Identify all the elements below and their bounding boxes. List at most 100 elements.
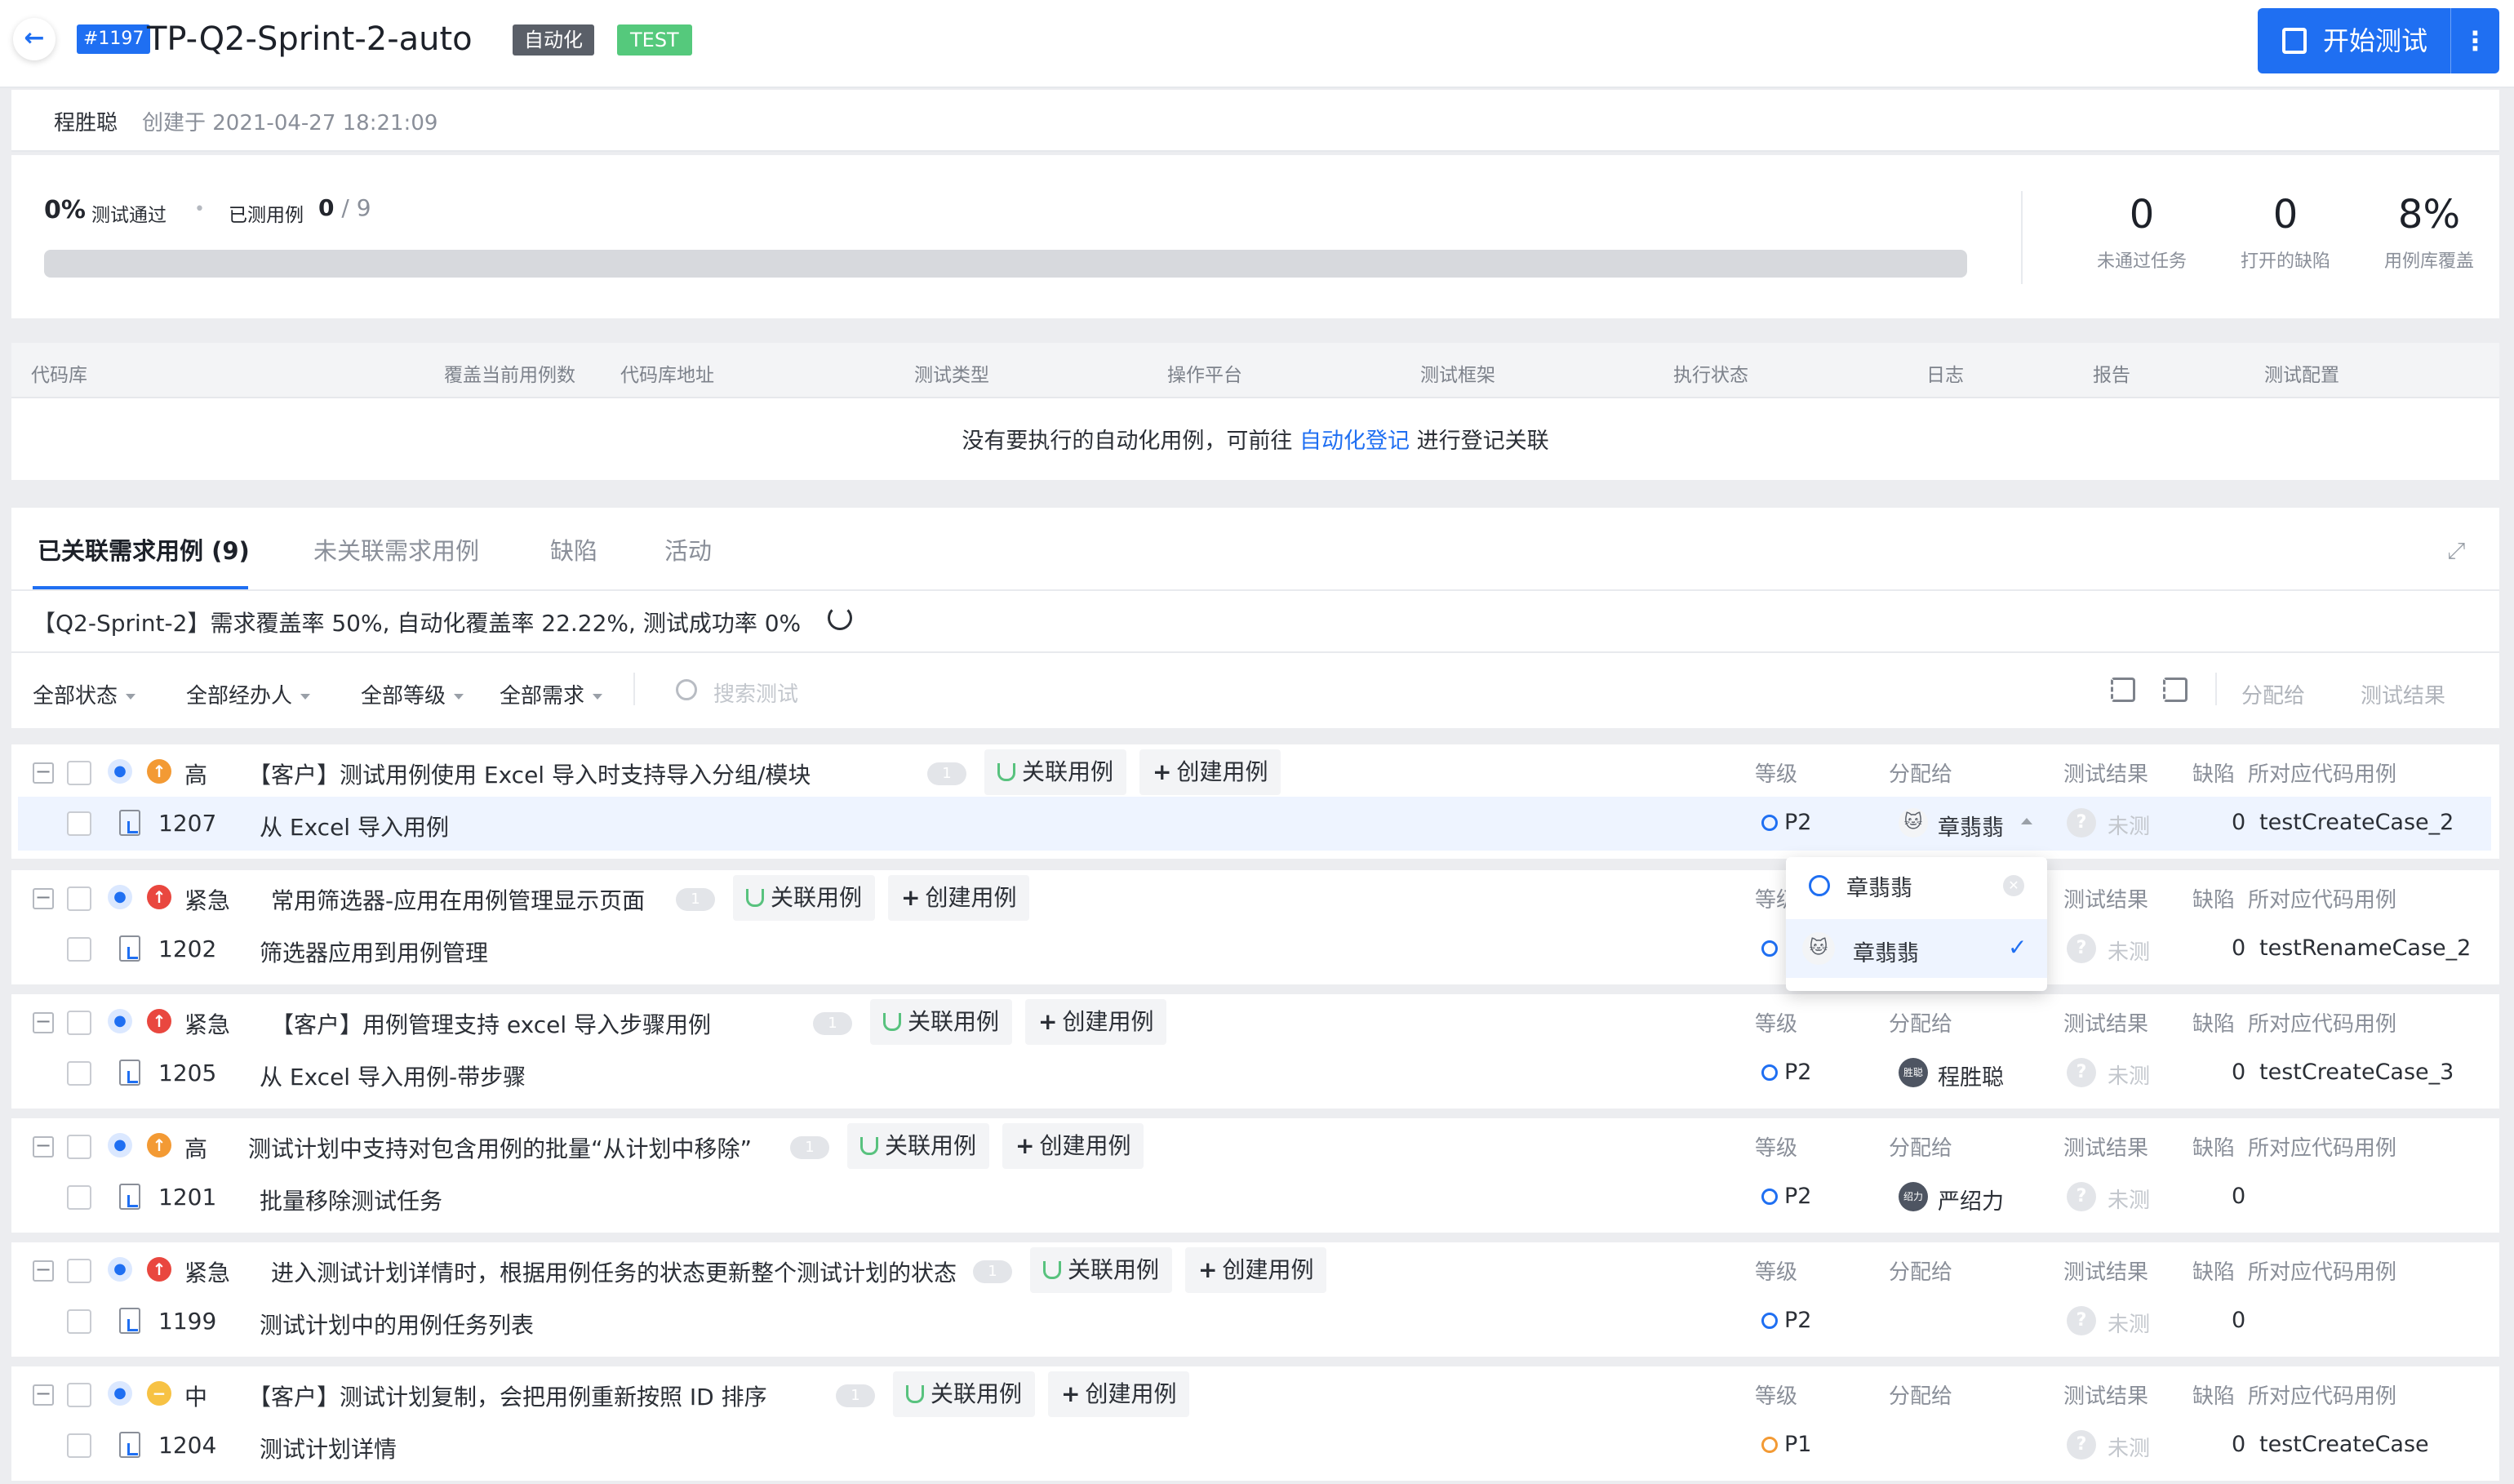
requirement-title[interactable]: 测试计划中支持对包含用例的批量“从计划中移除” xyxy=(248,1131,752,1164)
case-title[interactable]: 筛选器应用到用例管理 xyxy=(260,935,488,968)
automation-register-link[interactable]: 自动化登记 xyxy=(1299,429,1410,454)
assignee-name[interactable]: 章翡翡 xyxy=(1938,810,2004,842)
column-header: 测试框架 xyxy=(1420,365,1495,386)
case-title[interactable]: 测试计划详情 xyxy=(260,1432,397,1464)
checkbox[interactable] xyxy=(67,1259,91,1283)
code-case[interactable]: testRenameCase_2 xyxy=(2259,935,2471,961)
create-case-button[interactable]: + 创建用例 xyxy=(1139,749,1281,795)
tab-unlinked-cases[interactable]: 未关联需求用例 xyxy=(313,532,479,566)
case-count-badge: 1 xyxy=(676,888,715,911)
defect-header: 缺陷 xyxy=(2192,1136,2236,1161)
test-result[interactable]: 未测 xyxy=(2108,1308,2150,1338)
case-row[interactable]: 1205 从 Excel 导入用例-带步骤 P2 胜聪 程胜聪 ? 未测 0 t… xyxy=(18,1046,2491,1100)
checkbox[interactable] xyxy=(67,886,91,911)
assignee-name[interactable]: 严绍力 xyxy=(1938,1184,2004,1215)
link-case-button[interactable]: 关联用例 xyxy=(847,1123,990,1169)
stat-label: 未通过任务 xyxy=(2096,251,2187,272)
filter-requirement[interactable]: 全部需求 xyxy=(500,679,602,709)
case-row[interactable]: 1199 测试计划中的用例任务列表 P2 ? 未测 0 xyxy=(18,1295,2491,1348)
requirement-group: − ● ↑ 紧急 进入测试计划详情时，根据用例任务的状态更新整个测试计划的状态 … xyxy=(11,1242,2499,1357)
test-result[interactable]: 未测 xyxy=(2108,1432,2150,1462)
assignee-name[interactable]: 程胜聪 xyxy=(1938,1060,2004,1091)
filter-status[interactable]: 全部状态 xyxy=(33,679,135,709)
caret-up-icon[interactable] xyxy=(2021,818,2032,824)
clear-icon[interactable]: ✕ xyxy=(2003,875,2024,896)
empty-message: 没有要执行的自动化用例，可前往 自动化登记 进行登记关联 xyxy=(11,423,2499,455)
create-case-button[interactable]: + 创建用例 xyxy=(1185,1247,1327,1293)
start-test-button[interactable]: 开始测试 ⋮ xyxy=(2258,8,2499,73)
case-row[interactable]: 1201 批量移除测试任务 P2 绍力 严绍力 ? 未测 0 xyxy=(18,1171,2491,1224)
test-result[interactable]: 未测 xyxy=(2108,1184,2150,1214)
test-result[interactable]: 未测 xyxy=(2108,1060,2150,1090)
back-arrow-icon[interactable]: ← xyxy=(13,18,56,60)
create-case-button[interactable]: + 创建用例 xyxy=(1048,1371,1190,1417)
assignee-option[interactable]: 🐱 章翡翡 ✓ xyxy=(1786,919,2047,978)
test-result-button[interactable]: 测试结果 xyxy=(2361,679,2445,709)
create-case-button[interactable]: + 创建用例 xyxy=(888,875,1030,921)
create-case-button[interactable]: + 创建用例 xyxy=(1002,1123,1144,1169)
test-result[interactable]: 未测 xyxy=(2108,935,2150,966)
link-case-button[interactable]: 关联用例 xyxy=(870,999,1013,1045)
code-case[interactable]: testCreateCase_2 xyxy=(2259,810,2454,835)
tab-activity[interactable]: 活动 xyxy=(664,532,712,566)
case-row[interactable]: 1207 从 Excel 导入用例 P2 🐱 章翡翡 ? 未测 0 testCr… xyxy=(18,797,2491,851)
filter-level[interactable]: 全部等级 xyxy=(361,679,464,709)
assign-to-button[interactable]: 分配给 xyxy=(2241,679,2305,709)
checkbox[interactable] xyxy=(67,1309,91,1334)
flask-icon xyxy=(860,1137,878,1155)
tab-linked-cases[interactable]: 已关联需求用例 (9) xyxy=(38,532,250,566)
defect-header: 缺陷 xyxy=(2192,762,2236,787)
test-case-icon xyxy=(119,1184,140,1210)
collapse-icon[interactable]: − xyxy=(33,762,54,784)
case-level: P2 xyxy=(1761,810,1811,835)
assignee-search-input[interactable]: 章翡翡 xyxy=(1846,870,1912,902)
defect-count: 0 xyxy=(2232,810,2246,835)
case-title[interactable]: 从 Excel 导入用例-带步骤 xyxy=(260,1060,526,1092)
case-title[interactable]: 测试计划中的用例任务列表 xyxy=(260,1308,534,1340)
checkbox[interactable] xyxy=(67,1185,91,1210)
checkbox[interactable] xyxy=(67,811,91,836)
collapse-all-icon[interactable] xyxy=(2111,678,2135,702)
level-icon xyxy=(1761,1437,1778,1453)
checkbox[interactable] xyxy=(67,761,91,785)
link-case-button[interactable]: 关联用例 xyxy=(733,875,876,921)
link-case-button[interactable]: 关联用例 xyxy=(893,1371,1036,1417)
checkbox[interactable] xyxy=(67,1061,91,1086)
tested-count: 0 / 9 xyxy=(318,194,371,221)
test-result[interactable]: 未测 xyxy=(2108,810,2150,840)
case-row[interactable]: 1204 测试计划详情 P1 ? 未测 0 testCreateCase xyxy=(18,1419,2491,1473)
filter-assignee[interactable]: 全部经办人 xyxy=(186,679,310,709)
link-case-button[interactable]: 关联用例 xyxy=(984,749,1127,795)
checkbox[interactable] xyxy=(67,937,91,962)
more-options-icon[interactable]: ⋮ xyxy=(2450,8,2499,73)
requirement-title[interactable]: 【客户】测试用例使用 Excel 导入时支持导入分组/模块 xyxy=(248,758,811,790)
requirement-title[interactable]: 进入测试计划详情时，根据用例任务的状态更新整个测试计划的状态 xyxy=(271,1255,957,1288)
requirement-group: − ● ↑ 紧急 常用筛选器-应用在用例管理显示页面 1 关联用例 + 创建用例 … xyxy=(11,870,2499,984)
case-row[interactable]: 1202 筛选器应用到用例管理 P ? 未测 0 testRenameCase_… xyxy=(18,922,2491,976)
checkbox[interactable] xyxy=(67,1011,91,1035)
create-case-button[interactable]: + 创建用例 xyxy=(1025,999,1167,1045)
requirement-title[interactable]: 【客户】测试计划复制，会把用例重新按照 ID 排序 xyxy=(248,1380,767,1412)
defect-header: 缺陷 xyxy=(2192,1012,2236,1037)
expand-icon[interactable]: ⤢ xyxy=(2447,537,2465,565)
tab-defects[interactable]: 缺陷 xyxy=(550,532,597,566)
requirement-title[interactable]: 【客户】用例管理支持 excel 导入步骤用例 xyxy=(271,1007,711,1040)
code-case[interactable]: testCreateCase_3 xyxy=(2259,1060,2454,1085)
checkbox[interactable] xyxy=(67,1135,91,1159)
collapse-icon[interactable]: − xyxy=(33,1384,54,1406)
collapse-icon[interactable]: − xyxy=(33,1260,54,1282)
checkbox[interactable] xyxy=(67,1433,91,1458)
requirement-title[interactable]: 常用筛选器-应用在用例管理显示页面 xyxy=(271,883,645,916)
link-case-button[interactable]: 关联用例 xyxy=(1030,1247,1173,1293)
case-title[interactable]: 批量移除测试任务 xyxy=(260,1184,442,1216)
refresh-icon[interactable] xyxy=(828,606,852,630)
collapse-icon[interactable]: − xyxy=(33,1011,54,1033)
collapse-icon[interactable]: − xyxy=(33,887,54,909)
case-title[interactable]: 从 Excel 导入用例 xyxy=(260,810,449,842)
search-input[interactable]: 搜索测试 xyxy=(713,678,798,708)
expand-all-icon[interactable] xyxy=(2163,678,2188,702)
checkbox[interactable] xyxy=(67,1383,91,1407)
button-label: 关联用例 xyxy=(931,1380,1023,1407)
collapse-icon[interactable]: − xyxy=(33,1135,54,1157)
code-case[interactable]: testCreateCase xyxy=(2259,1432,2429,1457)
